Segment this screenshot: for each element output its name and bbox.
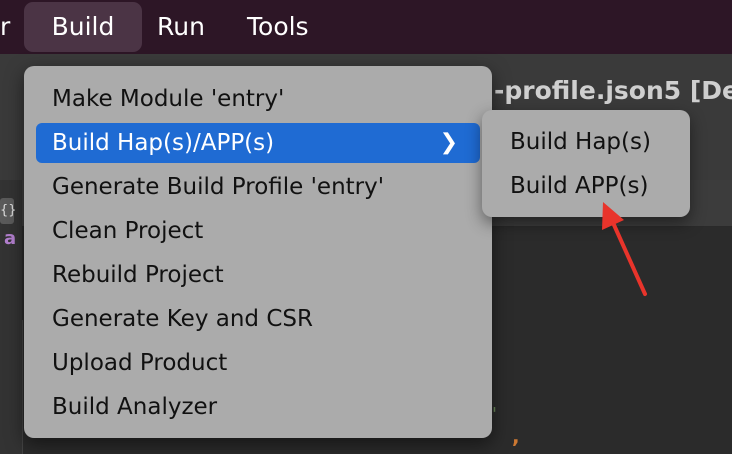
- indent-guide: [22, 320, 23, 454]
- submenu-item-build-haps[interactable]: Build Hap(s): [482, 122, 690, 162]
- menu-item-rebuild-project[interactable]: Rebuild Project: [36, 255, 480, 295]
- menu-item-label: Clean Project: [52, 218, 204, 244]
- menu-item-generate-key-csr[interactable]: Generate Key and CSR: [36, 299, 480, 339]
- code-fragment: a: [4, 228, 17, 249]
- menu-item-make-module[interactable]: Make Module 'entry': [36, 79, 480, 119]
- code-fragment: ': [492, 404, 497, 425]
- menu-build[interactable]: Build: [24, 2, 142, 52]
- code-fragment: ,: [512, 424, 520, 448]
- menu-item-build-hap-app[interactable]: Build Hap(s)/APP(s) ❯: [36, 123, 480, 163]
- menu-run[interactable]: Run: [157, 0, 205, 54]
- menu-item-label: Generate Key and CSR: [52, 306, 313, 332]
- menu-item-label: Upload Product: [52, 350, 228, 376]
- menu-item-label: Build Analyzer: [52, 394, 218, 420]
- menu-item-upload-product[interactable]: Upload Product: [36, 343, 480, 383]
- menu-item-label: Rebuild Project: [52, 262, 224, 288]
- menu-item-build-analyzer[interactable]: Build Analyzer: [36, 387, 480, 427]
- menu-edit-partial[interactable]: r: [0, 0, 10, 54]
- menu-item-clean-project[interactable]: Clean Project: [36, 211, 480, 251]
- chevron-right-icon: ❯: [439, 130, 458, 155]
- build-menu: Make Module 'entry' Build Hap(s)/APP(s) …: [24, 66, 492, 438]
- menu-item-label: Generate Build Profile 'entry': [52, 174, 385, 200]
- menu-item-label: Build Hap(s)/APP(s): [52, 130, 275, 156]
- menu-item-generate-build-profile[interactable]: Generate Build Profile 'entry': [36, 167, 480, 207]
- menu-tools[interactable]: Tools: [247, 0, 309, 54]
- json-file-icon: {}: [0, 198, 17, 224]
- red-arrow-icon: [602, 202, 647, 296]
- menu-item-label: Make Module 'entry': [52, 86, 285, 112]
- menu-bar: r Build Run Tools: [0, 0, 732, 54]
- window-title-fragment: -profile.json5 [Dem: [494, 76, 732, 105]
